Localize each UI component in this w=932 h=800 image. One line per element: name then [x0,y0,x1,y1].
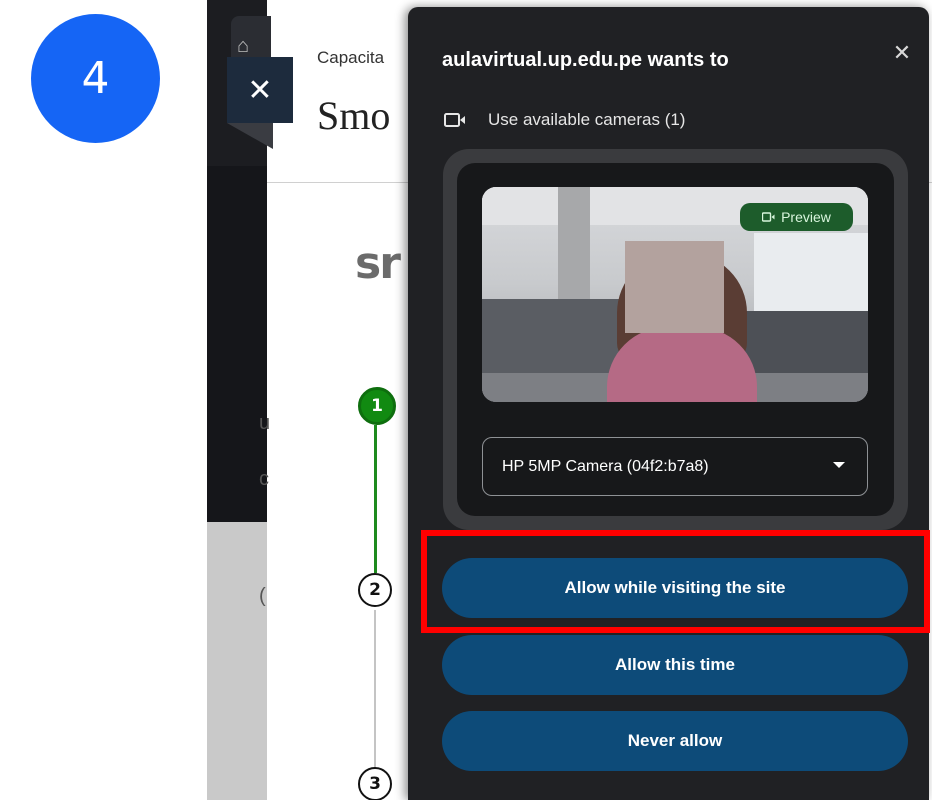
side-text-fragment: ( [259,585,266,607]
side-text-fragment: u [259,412,271,434]
stepper-step-2[interactable]: 2 [358,573,392,607]
chevron-down-icon [833,462,845,468]
never-allow-button[interactable]: Never allow [442,711,908,771]
step-number-badge: 4 [31,14,160,143]
close-icon[interactable]: ✕ [886,37,918,69]
close-button-shadow [227,123,273,149]
camera-panel-inner: Preview HP 5MP Camera (04f2:b7a8) [457,163,894,516]
breadcrumb: Capacita [317,48,385,67]
camera-permission-popup: aulavirtual.up.edu.pe wants to ✕ Use ava… [408,7,929,800]
preview-window [754,233,868,323]
stepper-step-3[interactable]: 3 [358,767,392,800]
popup-title: aulavirtual.up.edu.pe wants to [442,49,729,71]
highlight-annotation [421,530,930,633]
camera-request-row: Use available cameras (1) [444,107,685,133]
close-course-button[interactable]: ✕ [227,57,293,123]
preview-badge: Preview [740,203,853,231]
video-camera-icon [762,212,775,222]
camera-select-value: HP 5MP Camera (04f2:b7a8) [502,457,709,475]
camera-preview: Preview [482,187,868,402]
brand-logo: sr [355,238,401,289]
face-blur-block [625,241,724,333]
page-title: Smo [317,93,391,138]
home-icon: ⌂ [237,35,250,57]
video-camera-icon [444,112,466,128]
stepper-line-pending [374,610,376,770]
side-text-fragment: c [259,468,269,490]
stepper-step-1[interactable]: 1 [358,387,396,425]
camera-request-label: Use available cameras (1) [488,110,686,129]
camera-select[interactable]: HP 5MP Camera (04f2:b7a8) [482,437,868,496]
camera-panel: Preview HP 5MP Camera (04f2:b7a8) [443,149,908,530]
allow-this-time-button[interactable]: Allow this time [442,635,908,695]
gray-panel [207,522,267,800]
stepper-line-complete [374,425,377,573]
dark-panel [207,166,267,522]
preview-badge-label: Preview [781,209,831,225]
